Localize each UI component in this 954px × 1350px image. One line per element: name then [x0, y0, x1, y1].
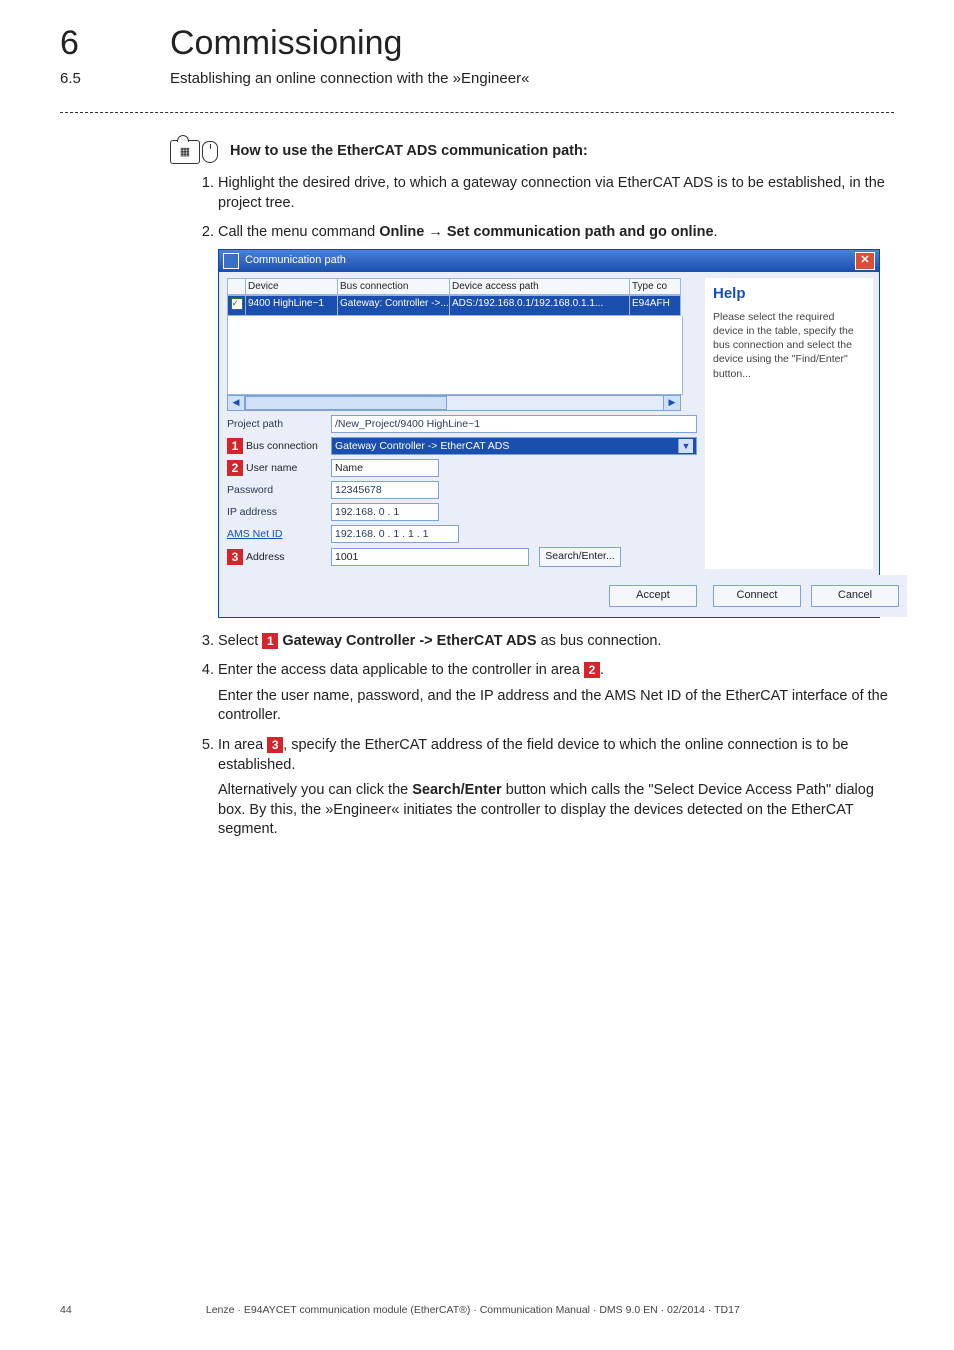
step-2: Call the menu command Online → Set commu… [218, 223, 890, 618]
howto-icon: ▦ [170, 140, 218, 164]
divider [60, 112, 894, 113]
chapter-number: 6 [60, 24, 79, 63]
marker-2-inline: 2 [584, 662, 600, 678]
grid-row[interactable]: 9400 HighLine~1 Gateway: Controller ->..… [227, 295, 697, 316]
search-enter-button[interactable]: Search/Enter... [539, 547, 621, 567]
marker-3: 3 [227, 549, 243, 565]
marker-3-inline: 3 [267, 737, 283, 753]
step-1: Highlight the desired drive, to which a … [218, 174, 890, 213]
section-title: Establishing an online connection with t… [170, 70, 529, 87]
label-project-path: Project path [227, 417, 331, 431]
password-field[interactable]: 12345678 [331, 481, 439, 499]
ip-address-field[interactable]: 192.168. 0 . 1 [331, 503, 439, 521]
user-name-field[interactable]: Name [331, 459, 439, 477]
dialog-communication-path: Communication path ✕ Device Bus connecti… [218, 249, 880, 618]
label-ams-net-id: AMS Net ID [227, 527, 331, 541]
label-password: Password [227, 483, 331, 497]
grid-header: Device Bus connection Device access path… [227, 278, 697, 296]
step-4: Enter the access data applicable to the … [218, 661, 890, 726]
help-text: Please select the required device in the… [713, 310, 865, 381]
step-3: Select 1 Gateway Controller -> EtherCAT … [218, 632, 890, 652]
scroll-left-icon[interactable]: ◀ [227, 395, 245, 411]
help-header: Help [713, 284, 865, 304]
horizontal-scrollbar[interactable]: ◀ ▶ [227, 395, 681, 411]
close-icon[interactable]: ✕ [855, 252, 875, 270]
ams-net-id-field[interactable]: 192.168. 0 . 1 . 1 . 1 [331, 525, 459, 543]
label-user-name: User name [243, 461, 331, 475]
marker-1-inline: 1 [262, 633, 278, 649]
marker-2: 2 [227, 460, 243, 476]
dialog-title: Communication path [245, 253, 346, 268]
connect-button[interactable]: Connect [713, 585, 801, 607]
scroll-right-icon[interactable]: ▶ [663, 395, 681, 411]
address-field[interactable]: 1001 [331, 548, 529, 566]
grid-body [227, 316, 683, 395]
bus-connection-select[interactable]: Gateway Controller -> EtherCAT ADS ▼ [331, 437, 697, 455]
accept-button[interactable]: Accept [609, 585, 697, 607]
page-number: 44 [60, 1304, 72, 1316]
step-5: In area 3, specify the EtherCAT address … [218, 736, 890, 840]
check-icon[interactable] [231, 298, 243, 310]
cancel-button[interactable]: Cancel [811, 585, 899, 607]
marker-1: 1 [227, 438, 243, 454]
section-number: 6.5 [60, 70, 81, 87]
footer-text: Lenze · E94AYCET communication module (E… [72, 1304, 874, 1316]
chapter-title: Commissioning [170, 24, 402, 63]
label-ip-address: IP address [227, 505, 331, 519]
howto-title: How to use the EtherCAT ADS communicatio… [230, 142, 588, 162]
window-icon [223, 253, 239, 269]
project-path-field[interactable]: /New_Project/9400 HighLine~1 [331, 415, 697, 433]
label-address: Address [243, 550, 331, 564]
label-bus-connection: Bus connection [243, 439, 331, 453]
chevron-down-icon[interactable]: ▼ [678, 439, 693, 453]
